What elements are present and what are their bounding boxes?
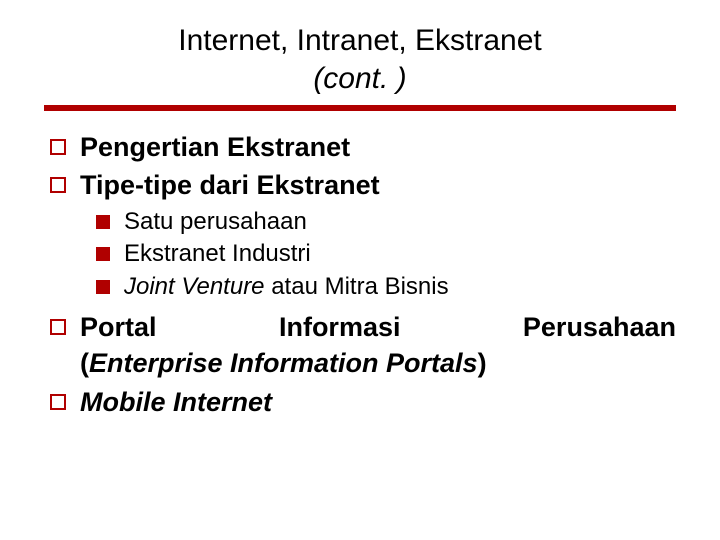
title-line-1: Internet, Intranet, Ekstranet [178, 24, 542, 57]
hollow-square-icon [50, 394, 66, 410]
bullet-level1: Pengertian Ekstranet [50, 129, 676, 165]
slide: Internet, Intranet, Ekstranet (cont. ) P… [0, 0, 720, 540]
filled-square-icon [96, 215, 110, 229]
filled-square-icon [96, 280, 110, 294]
bullet-level1: Mobile Internet [50, 384, 676, 420]
title-line-2: (cont. ) [313, 62, 406, 95]
bullet-level1: Portal Informasi Perusahaan [50, 309, 676, 345]
bullet-text: Tipe-tipe dari Ekstranet [80, 167, 380, 203]
bullet-level1-continuation: (Enterprise Information Portals) [50, 345, 676, 381]
bullet-text: Ekstranet Industri [124, 238, 311, 270]
bullet-text: Satu perusahaan [124, 206, 307, 238]
filled-square-icon [96, 247, 110, 261]
slide-title: Internet, Intranet, Ekstranet (cont. ) [44, 22, 676, 97]
hollow-square-icon [50, 139, 66, 155]
bullet-text: Joint Venture atau Mitra Bisnis [124, 271, 449, 303]
title-underline [44, 105, 676, 111]
slide-body: Pengertian Ekstranet Tipe-tipe dari Ekst… [44, 129, 676, 420]
bullet-text: (Enterprise Information Portals) [80, 345, 487, 381]
bullet-level1: Tipe-tipe dari Ekstranet [50, 167, 676, 203]
hollow-square-icon [50, 177, 66, 193]
hollow-square-icon [50, 319, 66, 335]
bullet-text: Portal Informasi Perusahaan [80, 309, 676, 345]
bullet-text: Pengertian Ekstranet [80, 129, 350, 165]
bullet-level2: Satu perusahaan [96, 206, 676, 238]
bullet-text: Mobile Internet [80, 384, 272, 420]
bullet-level2: Joint Venture atau Mitra Bisnis [96, 271, 676, 303]
bullet-level2: Ekstranet Industri [96, 238, 676, 270]
